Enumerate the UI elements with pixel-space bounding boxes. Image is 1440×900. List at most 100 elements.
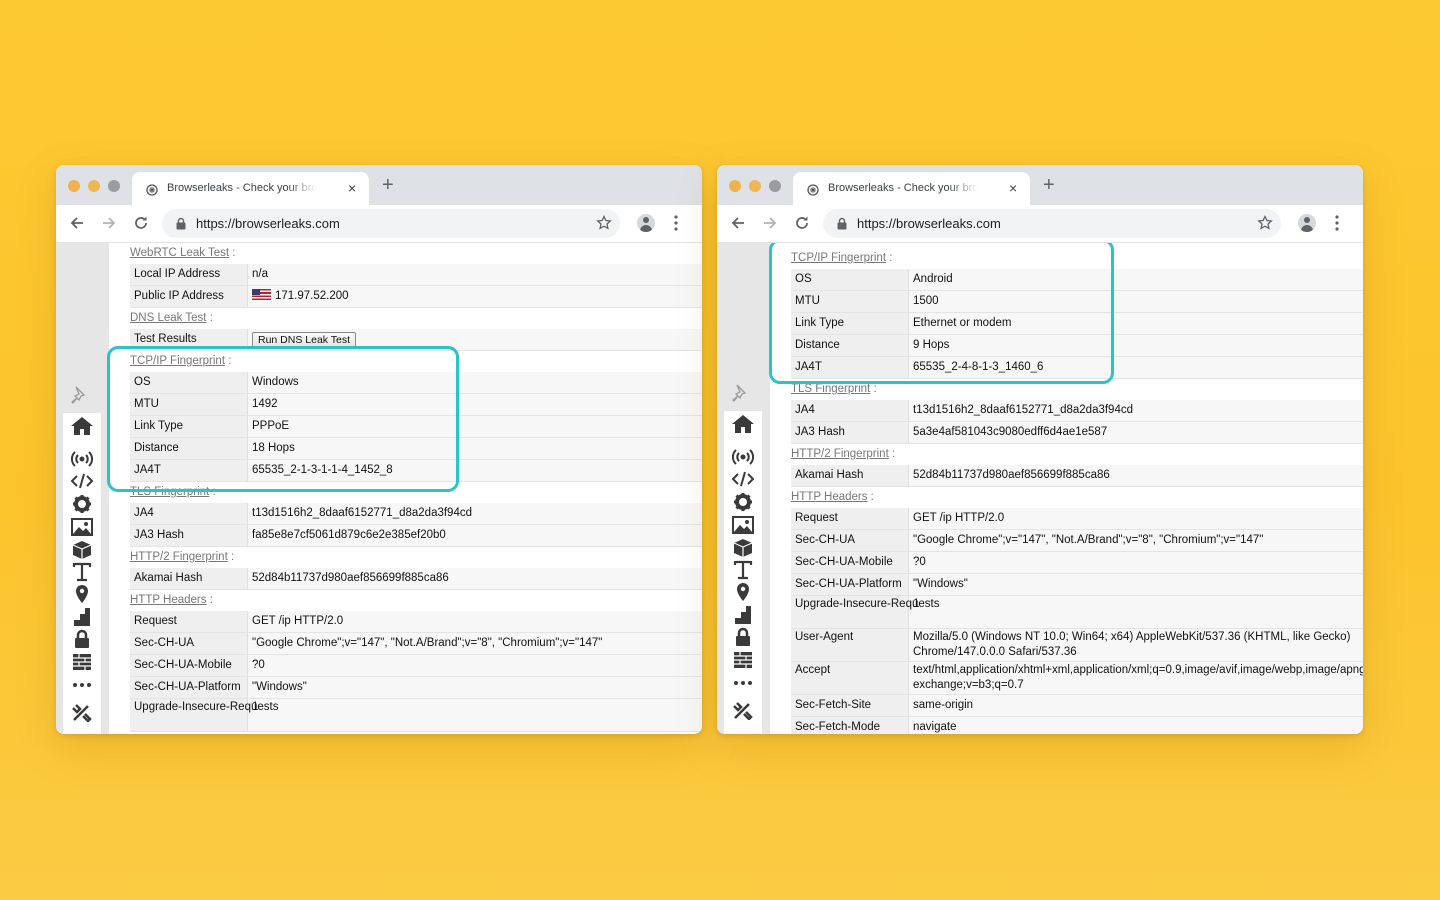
row-value-text: ?0 bbox=[913, 556, 926, 568]
profile-icon[interactable] bbox=[637, 214, 655, 232]
row-value-text: "Google Chrome";v="147", "Not.A/Brand";v… bbox=[252, 637, 603, 649]
row-key: Sec-CH-UA bbox=[795, 534, 856, 546]
tab-close-icon[interactable]: × bbox=[348, 180, 356, 196]
section-header: HTTP/2 Fingerprint : bbox=[791, 448, 896, 460]
sidebar-nav bbox=[724, 411, 762, 734]
profile-icon[interactable] bbox=[1298, 214, 1316, 232]
gear-icon[interactable] bbox=[731, 492, 755, 512]
reload-icon[interactable] bbox=[793, 214, 811, 232]
table-row: Sec-CH-UA "Google Chrome";v="147", "Not.A… bbox=[791, 530, 1363, 552]
row-key: Local IP Address bbox=[134, 268, 221, 280]
home-icon[interactable] bbox=[731, 414, 755, 434]
maximize-window-button[interactable] bbox=[769, 180, 781, 192]
lock-icon[interactable] bbox=[731, 627, 755, 647]
row-value: ?0 bbox=[913, 552, 926, 573]
forward-arrow-icon[interactable] bbox=[761, 214, 779, 232]
home-icon[interactable] bbox=[70, 416, 94, 436]
row-value-text: same-origin bbox=[913, 699, 974, 711]
sidebar-nav bbox=[63, 413, 101, 734]
kebab-menu-icon[interactable] bbox=[672, 214, 680, 232]
row-value: 1 bbox=[252, 700, 258, 715]
text-cursor-icon[interactable] bbox=[731, 560, 755, 580]
location-pin-icon[interactable] bbox=[731, 582, 755, 602]
minimize-window-button[interactable] bbox=[88, 180, 100, 192]
row-value-text: 52d84b11737d980aef856699f885ca86 bbox=[913, 469, 1110, 481]
more-dots-icon[interactable] bbox=[731, 673, 755, 693]
tab-close-icon[interactable]: × bbox=[1009, 180, 1017, 196]
forward-arrow-icon[interactable] bbox=[100, 214, 118, 232]
back-arrow-icon[interactable] bbox=[729, 214, 747, 232]
row-value: n/a bbox=[252, 264, 268, 285]
location-pin-icon[interactable] bbox=[70, 584, 94, 604]
side-strip bbox=[717, 243, 770, 734]
wireless-icon[interactable] bbox=[731, 447, 755, 467]
table-row: Sec-Fetch-Site same-origin bbox=[791, 695, 1363, 717]
browser-toolbar: https://browserleaks.com bbox=[717, 205, 1363, 243]
table-row: Sec-CH-UA-Platform "Windows" bbox=[791, 574, 1363, 596]
bookmark-star-icon[interactable] bbox=[596, 214, 612, 231]
side-strip bbox=[56, 243, 109, 734]
firewall-icon[interactable] bbox=[70, 652, 94, 672]
section-header: HTTP Headers : bbox=[791, 491, 874, 503]
new-tab-button[interactable]: + bbox=[382, 175, 394, 195]
more-dots-icon[interactable] bbox=[70, 675, 94, 695]
row-key: Akamai Hash bbox=[134, 572, 203, 584]
address-bar[interactable]: https://browserleaks.com bbox=[823, 209, 1281, 238]
row-value: t13d1516h2_8daaf6152771_d8a2da3f94cd bbox=[913, 400, 1133, 421]
signal-bars-icon[interactable] bbox=[731, 605, 755, 625]
code-icon[interactable] bbox=[70, 471, 94, 491]
tools-icon[interactable] bbox=[731, 700, 755, 720]
row-value: Mozilla/5.0 (Windows NT 10.0; Win64; x64… bbox=[913, 630, 1363, 660]
maximize-window-button[interactable] bbox=[108, 180, 120, 192]
image-icon[interactable] bbox=[70, 517, 94, 537]
image-icon[interactable] bbox=[731, 515, 755, 535]
lock-icon[interactable] bbox=[175, 217, 187, 230]
reload-icon[interactable] bbox=[132, 214, 150, 232]
kebab-menu-icon[interactable] bbox=[1333, 214, 1341, 232]
table-row: Local IP Address n/a bbox=[130, 264, 702, 286]
firewall-icon[interactable] bbox=[731, 650, 755, 670]
row-key: User-Agent bbox=[795, 631, 854, 643]
pin-icon[interactable] bbox=[68, 385, 90, 407]
browser-tab[interactable]: Browserleaks - Check your browser for pr… bbox=[793, 172, 1030, 205]
lock-icon[interactable] bbox=[836, 217, 848, 230]
back-arrow-icon[interactable] bbox=[68, 214, 86, 232]
section-header: DNS Leak Test : bbox=[130, 312, 213, 324]
row-value: 171.97.52.200 bbox=[252, 286, 349, 307]
row-value: "Windows" bbox=[913, 574, 968, 595]
table-row: Sec-CH-UA "Google Chrome";v="147", "Not.A… bbox=[130, 633, 702, 655]
favicon-icon bbox=[146, 183, 158, 196]
minimize-window-button[interactable] bbox=[749, 180, 761, 192]
code-icon[interactable] bbox=[731, 469, 755, 489]
row-key: Request bbox=[134, 615, 177, 627]
table-row: Accept text/html,application/xhtml+xml,ap… bbox=[791, 662, 1363, 695]
close-window-button[interactable] bbox=[729, 180, 741, 192]
new-tab-button[interactable]: + bbox=[1043, 175, 1055, 195]
bookmark-star-icon[interactable] bbox=[1257, 214, 1273, 231]
cube-icon[interactable] bbox=[731, 538, 755, 558]
lock-icon[interactable] bbox=[70, 629, 94, 649]
close-window-button[interactable] bbox=[68, 180, 80, 192]
cube-icon[interactable] bbox=[70, 540, 94, 560]
row-key: Sec-CH-UA-Platform bbox=[134, 681, 241, 693]
browser-tab[interactable]: Browserleaks - Check your browser for pr… bbox=[132, 172, 369, 205]
wireless-icon[interactable] bbox=[70, 449, 94, 469]
table-row: JA4 t13d1516h2_8daaf6152771_d8a2da3f94cd bbox=[130, 503, 702, 525]
table-row: Public IP Address 171.97.52.200 bbox=[130, 286, 702, 308]
table-row: JA3 Hash fa85e8e7cf5061d879c6e2e385ef20b0 bbox=[130, 525, 702, 547]
row-value: same-origin bbox=[913, 695, 973, 716]
country-flag-icon bbox=[252, 289, 271, 300]
row-key: JA4 bbox=[134, 507, 154, 519]
address-url[interactable]: https://browserleaks.com bbox=[196, 216, 340, 231]
gear-icon[interactable] bbox=[70, 494, 94, 514]
table-row: Akamai Hash 52d84b11737d980aef856699f885c… bbox=[130, 568, 702, 590]
tools-icon[interactable] bbox=[70, 702, 94, 722]
row-value-text: 52d84b11737d980aef856699f885ca86 bbox=[252, 572, 449, 584]
row-value-text: navigate bbox=[913, 721, 957, 733]
text-cursor-icon[interactable] bbox=[70, 562, 94, 582]
pin-icon[interactable] bbox=[729, 383, 751, 405]
address-url[interactable]: https://browserleaks.com bbox=[857, 216, 1001, 231]
signal-bars-icon[interactable] bbox=[70, 607, 94, 627]
address-bar[interactable]: https://browserleaks.com bbox=[162, 209, 620, 238]
section-header: HTTP Headers : bbox=[130, 594, 213, 606]
